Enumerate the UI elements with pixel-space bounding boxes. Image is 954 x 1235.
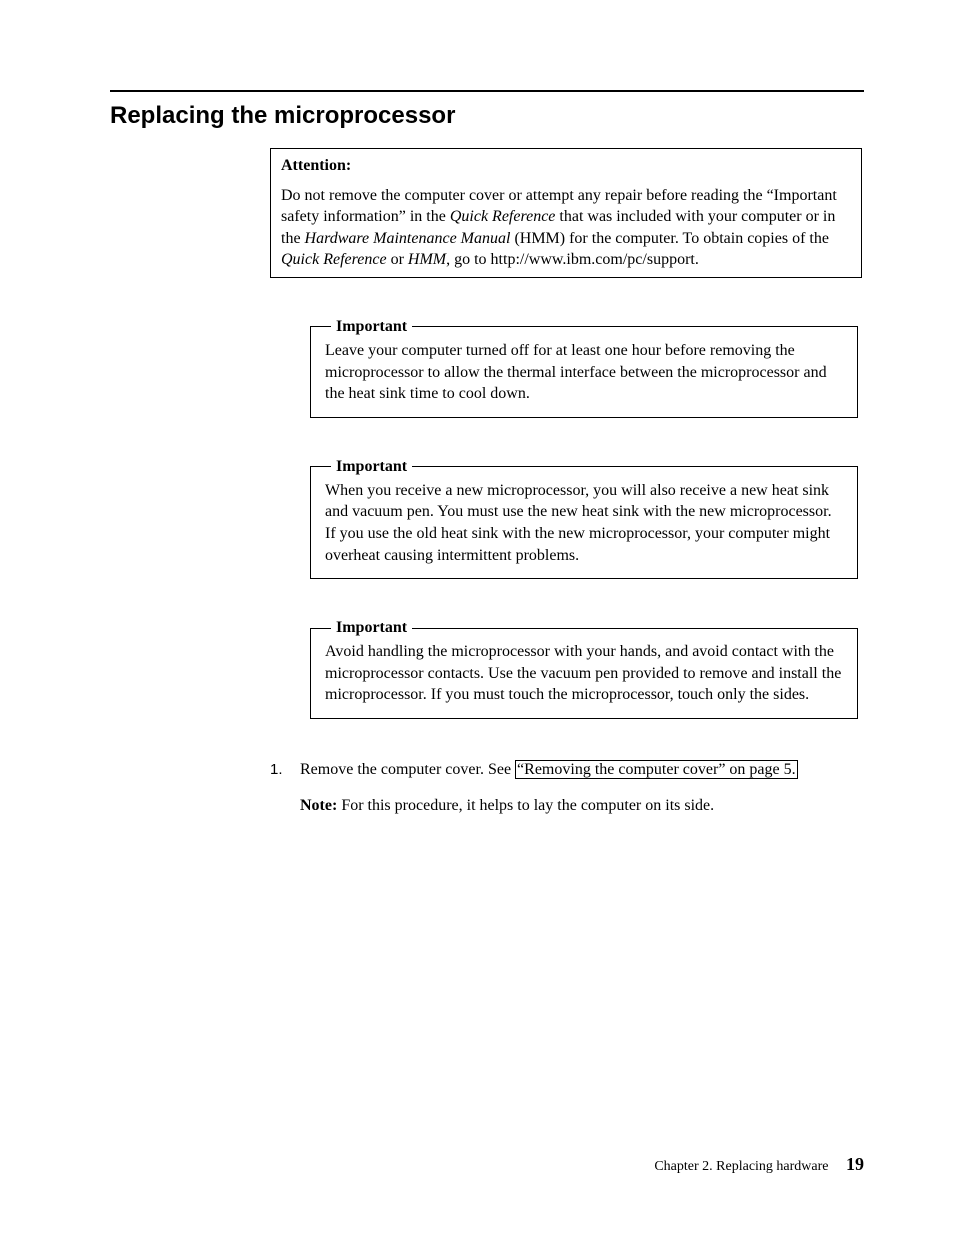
attention-label: Attention: [281, 155, 851, 177]
attention-ref-3: Quick Reference [281, 251, 387, 268]
attention-ref-2: Hardware Maintenance Manual [305, 230, 511, 247]
page-footer: Chapter 2. Replacing hardware 19 [654, 1154, 864, 1175]
step-text-prefix: Remove the computer cover. See [300, 761, 515, 778]
important-box-1: Important Leave your computer turned off… [310, 318, 858, 418]
attention-text-5: , go to http://www.ibm.com/pc/support. [446, 251, 699, 268]
important-body: When you receive a new microprocessor, y… [325, 480, 843, 566]
important-legend: Important [331, 318, 412, 336]
attention-text-3: (HMM) for the computer. To obtain copies… [510, 230, 829, 247]
step-number: 1. [270, 759, 283, 780]
procedure-steps: 1. Remove the computer cover. See “Remov… [270, 759, 862, 818]
footer-chapter: Chapter 2. Replacing hardware [654, 1159, 828, 1174]
note-label: Note: [300, 797, 337, 814]
step-1: 1. Remove the computer cover. See “Remov… [270, 759, 862, 818]
section-heading: Replacing the microprocessor [110, 102, 864, 130]
footer-page-number: 19 [846, 1154, 864, 1174]
step-note: Note: For this procedure, it helps to la… [300, 795, 862, 817]
important-body: Leave your computer turned off for at le… [325, 340, 843, 405]
cross-reference-link[interactable]: “Removing the computer cover” on page 5. [515, 760, 798, 779]
attention-ref-4: HMM [408, 251, 446, 268]
attention-ref-1: Quick Reference [450, 208, 556, 225]
important-legend: Important [331, 458, 412, 476]
important-legend: Important [331, 619, 412, 637]
attention-box: Attention: Do not remove the computer co… [270, 148, 862, 278]
attention-text-4: or [387, 251, 408, 268]
top-horizontal-rule [110, 90, 864, 92]
note-text: For this procedure, it helps to lay the … [337, 797, 714, 814]
important-box-3: Important Avoid handling the microproces… [310, 619, 858, 719]
important-box-2: Important When you receive a new micropr… [310, 458, 858, 579]
important-body: Avoid handling the microprocessor with y… [325, 641, 843, 706]
